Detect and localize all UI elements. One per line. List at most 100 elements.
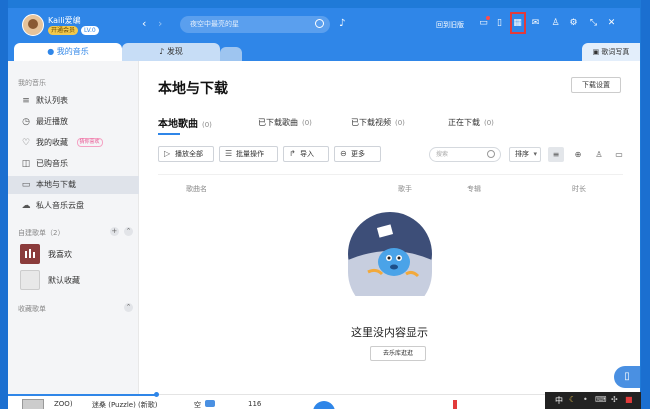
mail-icon[interactable]: ✉: [530, 18, 541, 29]
avatar[interactable]: [22, 14, 44, 36]
tab-label: 本地歌曲: [158, 119, 198, 130]
list-view-icon[interactable]: ≡: [548, 147, 564, 162]
sidebar-item-recent[interactable]: ◷ 最近播放: [8, 113, 139, 131]
column-duration[interactable]: 时长: [572, 184, 586, 194]
tab-count: (0): [302, 119, 312, 127]
checklist-icon: ☰: [225, 149, 233, 158]
tab-downloaded-videos[interactable]: 已下载视频 (0): [351, 117, 405, 128]
local-search-input[interactable]: 搜索: [429, 147, 501, 162]
collected-playlists-header: 收藏歌单 ⌃: [18, 303, 133, 314]
sort-dropdown[interactable]: 排序: [509, 147, 541, 162]
folder-icon[interactable]: ▭: [611, 147, 627, 162]
page-title: 本地与下载: [158, 81, 228, 97]
playlist-item-liked[interactable]: 我喜欢: [20, 244, 135, 264]
play-count: 116: [248, 400, 262, 408]
lyrics-poster-button[interactable]: ▣ 歌词写真: [582, 43, 640, 61]
play-all-button[interactable]: ▷ 播放全部: [158, 146, 214, 162]
created-playlists-count: （2）: [46, 229, 65, 237]
now-playing-title[interactable]: 迷桑 (Puzzle) (新歌): [92, 400, 158, 409]
sidebar-item-cloud[interactable]: ☁ 私人音乐云盘: [8, 197, 139, 215]
main-content: 本地与下载 下载设置 本地歌曲 (0) 已下载歌曲 (0) 已下载视频 (0) 正在下…: [139, 61, 640, 396]
album-placeholder-icon: [20, 270, 40, 290]
minimize-icon[interactable]: ⤡: [588, 18, 599, 29]
batch-operation-button[interactable]: ☰ 批量操作: [219, 146, 278, 162]
now-playing-cover[interactable]: [22, 399, 44, 409]
dot-icon[interactable]: •: [583, 395, 588, 404]
progress-handle[interactable]: [154, 392, 159, 397]
sidebar: 我的音乐 ≡ 默认列表 ◷ 最近播放 ♡ 我的收藏 猜你喜欢 ◫ 已购音乐 ▭ …: [8, 61, 139, 396]
batch-label: 批量操作: [236, 150, 264, 158]
moon-icon[interactable]: ☾: [569, 395, 576, 404]
settings-icon[interactable]: ✣: [611, 395, 618, 404]
title-bar: Kaili爱编 开通会员 LV.0 ‹ › 夜空中最亮的星 ♪ 回到旧版 ▭ ▯…: [8, 8, 640, 41]
guess-you-like-tag[interactable]: 猜你喜欢: [76, 138, 103, 147]
sidebar-item-local-download[interactable]: ▭ 本地与下载: [8, 176, 139, 194]
column-artist[interactable]: 歌手: [398, 184, 412, 194]
column-album[interactable]: 专辑: [467, 184, 481, 194]
import-button[interactable]: ↱ 导入: [283, 146, 329, 162]
voice-icon[interactable]: ♪: [339, 18, 349, 30]
app-tray-icon[interactable]: ■: [625, 395, 633, 404]
red-indicator: [453, 400, 457, 409]
collected-playlists-label: 收藏歌单: [18, 305, 46, 313]
collapse-chevron-icon[interactable]: ⌃: [124, 227, 133, 236]
system-tray: 中 ☾ • ⌨ ✣ ■: [545, 392, 641, 409]
sidebar-item-label: 本地与下载: [36, 180, 76, 189]
sidebar-item-favorites[interactable]: ♡ 我的收藏 猜你喜欢: [8, 134, 139, 152]
image-icon: ▣: [592, 48, 600, 56]
desktop-left-edge: [0, 0, 8, 409]
tab-extra[interactable]: [220, 47, 242, 61]
now-playing-extra: 空: [194, 401, 201, 409]
playlist-item-default-collection[interactable]: 默认收藏: [20, 270, 135, 290]
tab-discover[interactable]: ♪ 发现: [122, 43, 220, 61]
keyboard-icon[interactable]: ⌨: [595, 395, 607, 404]
person-icon[interactable]: ♙: [591, 147, 607, 162]
play-button[interactable]: [313, 401, 335, 409]
tab-my-music[interactable]: ● 我的音乐: [14, 43, 122, 61]
collapse-chevron-icon[interactable]: ⌃: [124, 303, 133, 312]
tab-label: 已下载视频: [351, 118, 391, 127]
back-to-old-version-button[interactable]: 回到旧版: [436, 20, 464, 30]
play-all-label: 播放全部: [175, 150, 203, 158]
search-icon[interactable]: [315, 19, 324, 28]
phone-icon[interactable]: ▯: [494, 18, 505, 29]
tab-count: (0): [395, 119, 405, 127]
ime-indicator[interactable]: 中: [555, 395, 563, 406]
forward-icon[interactable]: ›: [158, 17, 162, 30]
monitor-icon: ▭: [21, 180, 31, 190]
phone-sync-icon[interactable]: ▯: [614, 366, 640, 388]
go-library-button[interactable]: 去乐库逛逛: [370, 346, 426, 361]
back-icon[interactable]: ‹: [142, 17, 146, 30]
tab-discover-label: 发现: [166, 47, 183, 56]
gear-icon[interactable]: ⚙: [568, 18, 579, 29]
sidebar-item-purchased[interactable]: ◫ 已购音乐: [8, 155, 139, 173]
bag-icon: ◫: [21, 159, 31, 169]
cloud-icon: ☁: [21, 201, 31, 211]
tab-downloading[interactable]: 正在下载 (0): [448, 117, 494, 128]
download-settings-button[interactable]: 下载设置: [571, 77, 621, 93]
add-playlist-button[interactable]: +: [109, 227, 119, 236]
vip-badge[interactable]: 开通会员: [48, 26, 79, 35]
close-icon[interactable]: ✕: [606, 18, 617, 29]
tab-my-music-label: 我的音乐: [56, 47, 89, 56]
now-playing-song[interactable]: ZOO): [54, 400, 73, 408]
app-window: Kaili爱编 开通会员 LV.0 ‹ › 夜空中最亮的星 ♪ 回到旧版 ▭ ▯…: [8, 8, 640, 409]
search-input[interactable]: 夜空中最亮的星: [180, 16, 330, 33]
tab-local-songs[interactable]: 本地歌曲 (0): [158, 115, 212, 130]
level-badge[interactable]: LV.0: [81, 26, 99, 35]
sidebar-item-label: 我的收藏: [36, 138, 68, 147]
sidebar-item-default-list[interactable]: ≡ 默认列表: [8, 92, 139, 110]
empty-state-illustration: [348, 212, 432, 314]
tab-downloaded-songs[interactable]: 已下载歌曲 (0): [258, 117, 312, 128]
list-icon: ≡: [22, 96, 30, 106]
add-circle-icon[interactable]: ⊕: [570, 147, 586, 162]
sidebar-item-label: 私人音乐云盘: [36, 201, 84, 210]
column-song-name[interactable]: 歌曲名: [186, 184, 207, 194]
highlight-box: [510, 12, 526, 34]
notification-dot: [486, 16, 490, 20]
username[interactable]: Kaili爱编: [48, 15, 81, 26]
active-tab-indicator: [158, 133, 180, 135]
more-button[interactable]: ⊖ 更多: [334, 146, 381, 162]
shirt-icon[interactable]: ♙: [550, 18, 561, 29]
playback-progress[interactable]: [8, 394, 158, 396]
